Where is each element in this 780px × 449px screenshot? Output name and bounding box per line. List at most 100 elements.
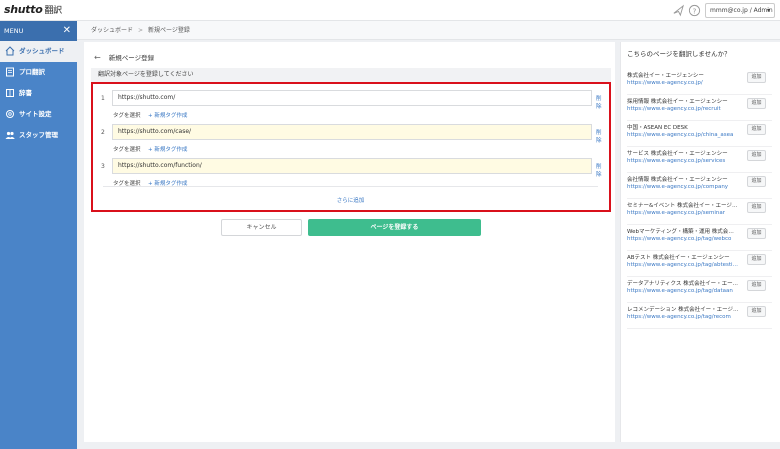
suggested-site-url[interactable]: https://www.e-agency.co.jp/seminar [627,210,739,216]
suggested-site-item: ABテスト 株式会社イー・エージェンシー https://www.e-agency… [627,253,777,279]
page-title: 新規ページ登録 [108,54,155,62]
divider [627,198,772,199]
suggested-site-url[interactable]: https://www.e-agency.co.jp/recruit [627,106,739,112]
suggested-site-item: 採用情報 株式会社イー・エージェンシー https://www.e-agency.… [627,97,777,123]
suggested-site-url[interactable]: https://www.e-agency.co.jp/tag/abtesting [627,262,739,268]
main-panel: ← 新規ページ登録 翻訳対象ページを登録してください 1 https://shut… [84,42,615,442]
divider [627,146,772,147]
top-bar: shutto 翻訳 ? mmm@co.jp / Admin ▾ [0,0,780,21]
suggested-site-name: データアナリティクス 株式会社イー・エージェ... [627,281,739,287]
cancel-button[interactable]: キャンセル [221,219,302,236]
sidebar-item-site-settings[interactable]: サイト設定 [0,104,77,125]
url-entry: 1 https://shutto.com/ 削除 タグを選択 + 新規タグ作成 [101,90,603,124]
app-logo[interactable]: shutto 翻訳 [4,3,62,16]
user-label: mmm@co.jp / Admin [710,7,773,14]
add-suggested-site-button[interactable]: 追加 [747,150,766,161]
url-input[interactable]: https://shutto.com/function/ [112,158,592,174]
suggested-site-name: 中国・ASEAN EC DESK [627,125,688,131]
new-tag-link[interactable]: + 新規タグ作成 [148,145,187,153]
url-entry: 2 https://shutto.com/case/ 削除 タグを選択 + 新規… [101,124,603,158]
suggested-site-url[interactable]: https://www.e-agency.co.jp/services [627,158,739,164]
divider [627,302,772,303]
suggested-site-name: 株式会社イー・エージェンシー [627,73,704,79]
suggested-site-url[interactable]: https://www.e-agency.co.jp/company [627,184,739,190]
book-icon [6,89,14,97]
suggested-site-name: Webマーケティング・構築・運用 株式会社イー... [627,229,739,235]
sidebar-item-label: スタッフ管理 [19,131,58,139]
add-suggested-site-button[interactable]: 追加 [747,254,766,265]
suggestion-title: こちらのページを翻訳しませんか？ [627,50,731,58]
url-input[interactable]: https://shutto.com/ [112,90,592,106]
register-pages-button[interactable]: ページを登録する [308,219,481,236]
sidebar: MENU ✕ ダッシュボード プロ翻訳 辞書 サイト設定 スタッフ管理 [0,21,77,449]
add-suggested-site-button[interactable]: 追加 [747,72,766,83]
suggested-site-item: 会社情報 株式会社イー・エージェンシー https://www.e-agency.… [627,175,777,201]
sidebar-item-dashboard[interactable]: ダッシュボード [0,41,77,62]
gear-icon [6,110,14,118]
add-suggested-site-button[interactable]: 追加 [747,228,766,239]
add-more-link[interactable]: さらに追加 [93,196,608,204]
entry-number: 3 [101,163,105,170]
user-menu[interactable]: mmm@co.jp / Admin ▾ [705,3,775,18]
sidebar-item-dictionary[interactable]: 辞書 [0,83,77,104]
section-label: 翻訳対象ページを登録してください [91,68,611,82]
document-icon [6,67,14,77]
sidebar-item-label: プロ翻訳 [19,68,45,76]
add-suggested-site-button[interactable]: 追加 [747,98,766,109]
svg-text:?: ? [693,6,697,15]
suggested-site-name: 採用情報 株式会社イー・エージェンシー [627,99,728,105]
suggested-site-name: 会社情報 株式会社イー・エージェンシー [627,177,728,183]
suggested-site-item: 株式会社イー・エージェンシー https://www.e-agency.co.jp… [627,71,777,97]
tag-select-link[interactable]: タグを選択 [113,145,141,153]
suggested-site-url[interactable]: https://www.e-agency.co.jp/tag/dataan [627,288,739,294]
suggestion-panel: こちらのページを翻訳しませんか？ 株式会社イー・エージェンシー https://w… [620,42,780,442]
menu-header: MENU ✕ [0,21,77,41]
users-icon [5,131,15,139]
suggested-site-item: データアナリティクス 株式会社イー・エージェ... https://www.e-a… [627,279,777,305]
divider [627,224,772,225]
suggested-site-name: ABテスト 株式会社イー・エージェンシー [627,255,730,261]
add-suggested-site-button[interactable]: 追加 [747,176,766,187]
tag-select-link[interactable]: タグを選択 [113,111,141,119]
delete-button[interactable]: 削除 [596,94,603,110]
suggested-site-item: Webマーケティング・構築・運用 株式会社イー... https://www.e-… [627,227,777,253]
new-tag-link[interactable]: + 新規タグ作成 [148,111,187,119]
back-arrow-icon[interactable]: ← [94,53,101,62]
add-suggested-site-button[interactable]: 追加 [747,202,766,213]
help-icon[interactable]: ? [688,4,701,17]
sidebar-item-staff[interactable]: スタッフ管理 [0,125,77,146]
divider [627,328,772,329]
suggested-site-url[interactable]: https://www.e-agency.co.jp/tag/recom [627,314,739,320]
sidebar-item-label: 辞書 [19,89,32,97]
notification-icon[interactable] [672,4,685,17]
close-icon[interactable]: ✕ [63,21,71,41]
suggested-site-item: レコメンデーション 株式会社イー・エージェンシ...https://www.e-… [627,305,777,331]
divider [627,172,772,173]
add-suggested-site-button[interactable]: 追加 [747,306,766,317]
sidebar-item-label: サイト設定 [19,110,52,118]
entry-number: 1 [101,95,105,102]
suggested-site-name: レコメンデーション 株式会社イー・エージェンシ... [627,307,739,313]
suggested-site-url[interactable]: https://www.e-agency.co.jp/tag/webco [627,236,739,242]
delete-button[interactable]: 削除 [596,162,603,178]
page-header: ← 新規ページ登録 [94,52,154,62]
add-suggested-site-button[interactable]: 追加 [747,280,766,291]
chevron-down-icon: ▾ [766,7,770,14]
url-input[interactable]: https://shutto.com/case/ [112,124,592,140]
chevron-right-icon: > [138,27,144,34]
delete-button[interactable]: 削除 [596,128,603,144]
entry-number: 2 [101,129,105,136]
breadcrumb-current: 新規ページ登録 [148,27,190,34]
add-suggested-site-button[interactable]: 追加 [747,124,766,135]
breadcrumb-link-dashboard[interactable]: ダッシュボード [91,27,133,34]
suggested-site-name: セミナー&イベント 株式会社イー・エージェン... [627,203,739,209]
url-entry-group: 1 https://shutto.com/ 削除 タグを選択 + 新規タグ作成 … [91,82,611,212]
sidebar-item-pro-translation[interactable]: プロ翻訳 [0,62,77,83]
suggested-site-name: サービス 株式会社イー・エージェンシー [627,151,728,157]
logo-text: shutto [4,3,43,16]
suggested-site-url[interactable]: https://www.e-agency.co.jp/ [627,80,739,86]
suggested-site-item: 中国・ASEAN EC DESK https://www.e-agency.co.… [627,123,777,149]
suggested-site-url[interactable]: https://www.e-agency.co.jp/china_asea [627,132,739,138]
divider [627,276,772,277]
divider [627,250,772,251]
